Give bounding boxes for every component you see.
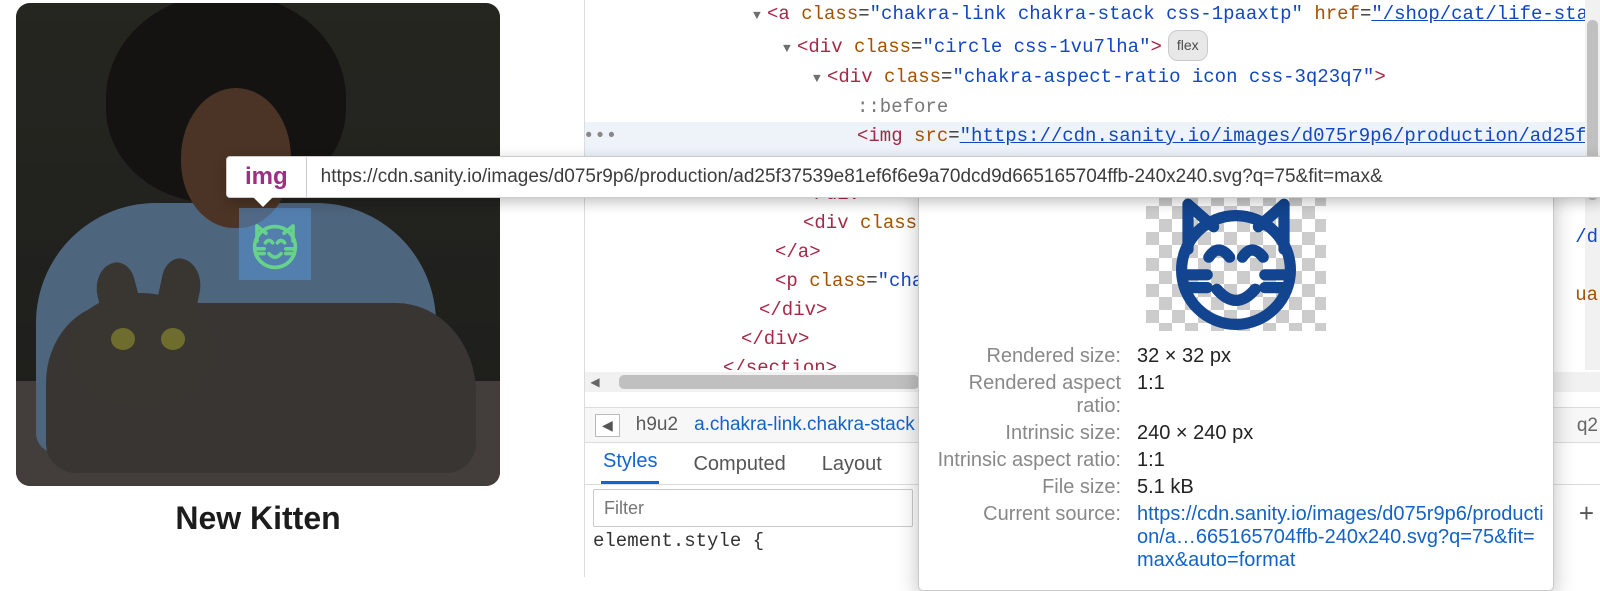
- popover-thumb: [919, 187, 1553, 343]
- truncated-text: ua: [1575, 284, 1598, 306]
- popover-key: Rendered aspect ratio:: [919, 370, 1129, 420]
- image-info-table: Rendered size:32 × 32 pxRendered aspect …: [919, 343, 1553, 574]
- dom-tree-row[interactable]: ::before: [585, 93, 1600, 122]
- popover-value: 5.1 kB: [1129, 474, 1553, 501]
- element-tooltip: img https://cdn.sanity.io/images/d075r9p…: [226, 156, 1600, 198]
- image-info-popover: Rendered size:32 × 32 pxRendered aspect …: [918, 186, 1554, 591]
- scroll-left-icon[interactable]: ◀: [585, 375, 605, 390]
- breadcrumb-item[interactable]: a.chakra-link.chakra-stack: [694, 414, 915, 436]
- styles-filter-row: [585, 485, 923, 527]
- tooltip-tagname: img: [226, 156, 307, 198]
- dom-tree-row[interactable]: ▼<div class="chakra-aspect-ratio icon cs…: [585, 63, 1600, 93]
- tooltip-url: https://cdn.sanity.io/images/d075r9p6/pr…: [307, 156, 1600, 198]
- card-title: New Kitten: [16, 500, 500, 537]
- dom-tree-row[interactable]: ▼<a class="chakra-link chakra-stack css-…: [585, 0, 1600, 30]
- element-style-block[interactable]: element.style {: [593, 530, 764, 552]
- breadcrumb-item[interactable]: h9u2: [636, 414, 678, 436]
- popover-key: Current source:: [919, 501, 1129, 574]
- page-preview-card: [16, 3, 500, 486]
- truncated-text: /d: [1575, 226, 1598, 248]
- cat-face-icon: [1156, 182, 1316, 342]
- person-shape: [66, 3, 386, 413]
- popover-source-link[interactable]: https://cdn.sanity.io/images/d075r9p6/pr…: [1129, 501, 1553, 574]
- cat-shape: [46, 303, 476, 473]
- floor-shape: [16, 381, 500, 486]
- popover-key: Intrinsic aspect ratio:: [919, 447, 1129, 474]
- popover-key: Rendered size:: [919, 343, 1129, 370]
- breadcrumb-back-icon[interactable]: ◀: [595, 414, 620, 437]
- dom-tree-row[interactable]: •••<img src="https://cdn.sanity.io/image…: [585, 122, 1600, 151]
- tab-layout[interactable]: Layout: [820, 445, 884, 484]
- dom-tree-row[interactable]: ▼<div class="circle css-1vu7lha">flex: [585, 30, 1600, 63]
- tab-styles[interactable]: Styles: [601, 442, 659, 484]
- popover-key: File size:: [919, 474, 1129, 501]
- truncated-text: q2: [1577, 415, 1598, 437]
- tab-computed[interactable]: Computed: [691, 445, 787, 484]
- popover-key: Intrinsic size:: [919, 420, 1129, 447]
- cat-face-icon: [245, 214, 305, 274]
- popover-value: 1:1: [1129, 370, 1553, 420]
- add-style-rule-icon[interactable]: +: [1579, 498, 1594, 529]
- styles-filter-input[interactable]: [593, 489, 913, 527]
- popover-value: 240 × 240 px: [1129, 420, 1553, 447]
- inspected-element-highlight[interactable]: [239, 208, 311, 280]
- popover-value: 1:1: [1129, 447, 1553, 474]
- popover-value: 32 × 32 px: [1129, 343, 1553, 370]
